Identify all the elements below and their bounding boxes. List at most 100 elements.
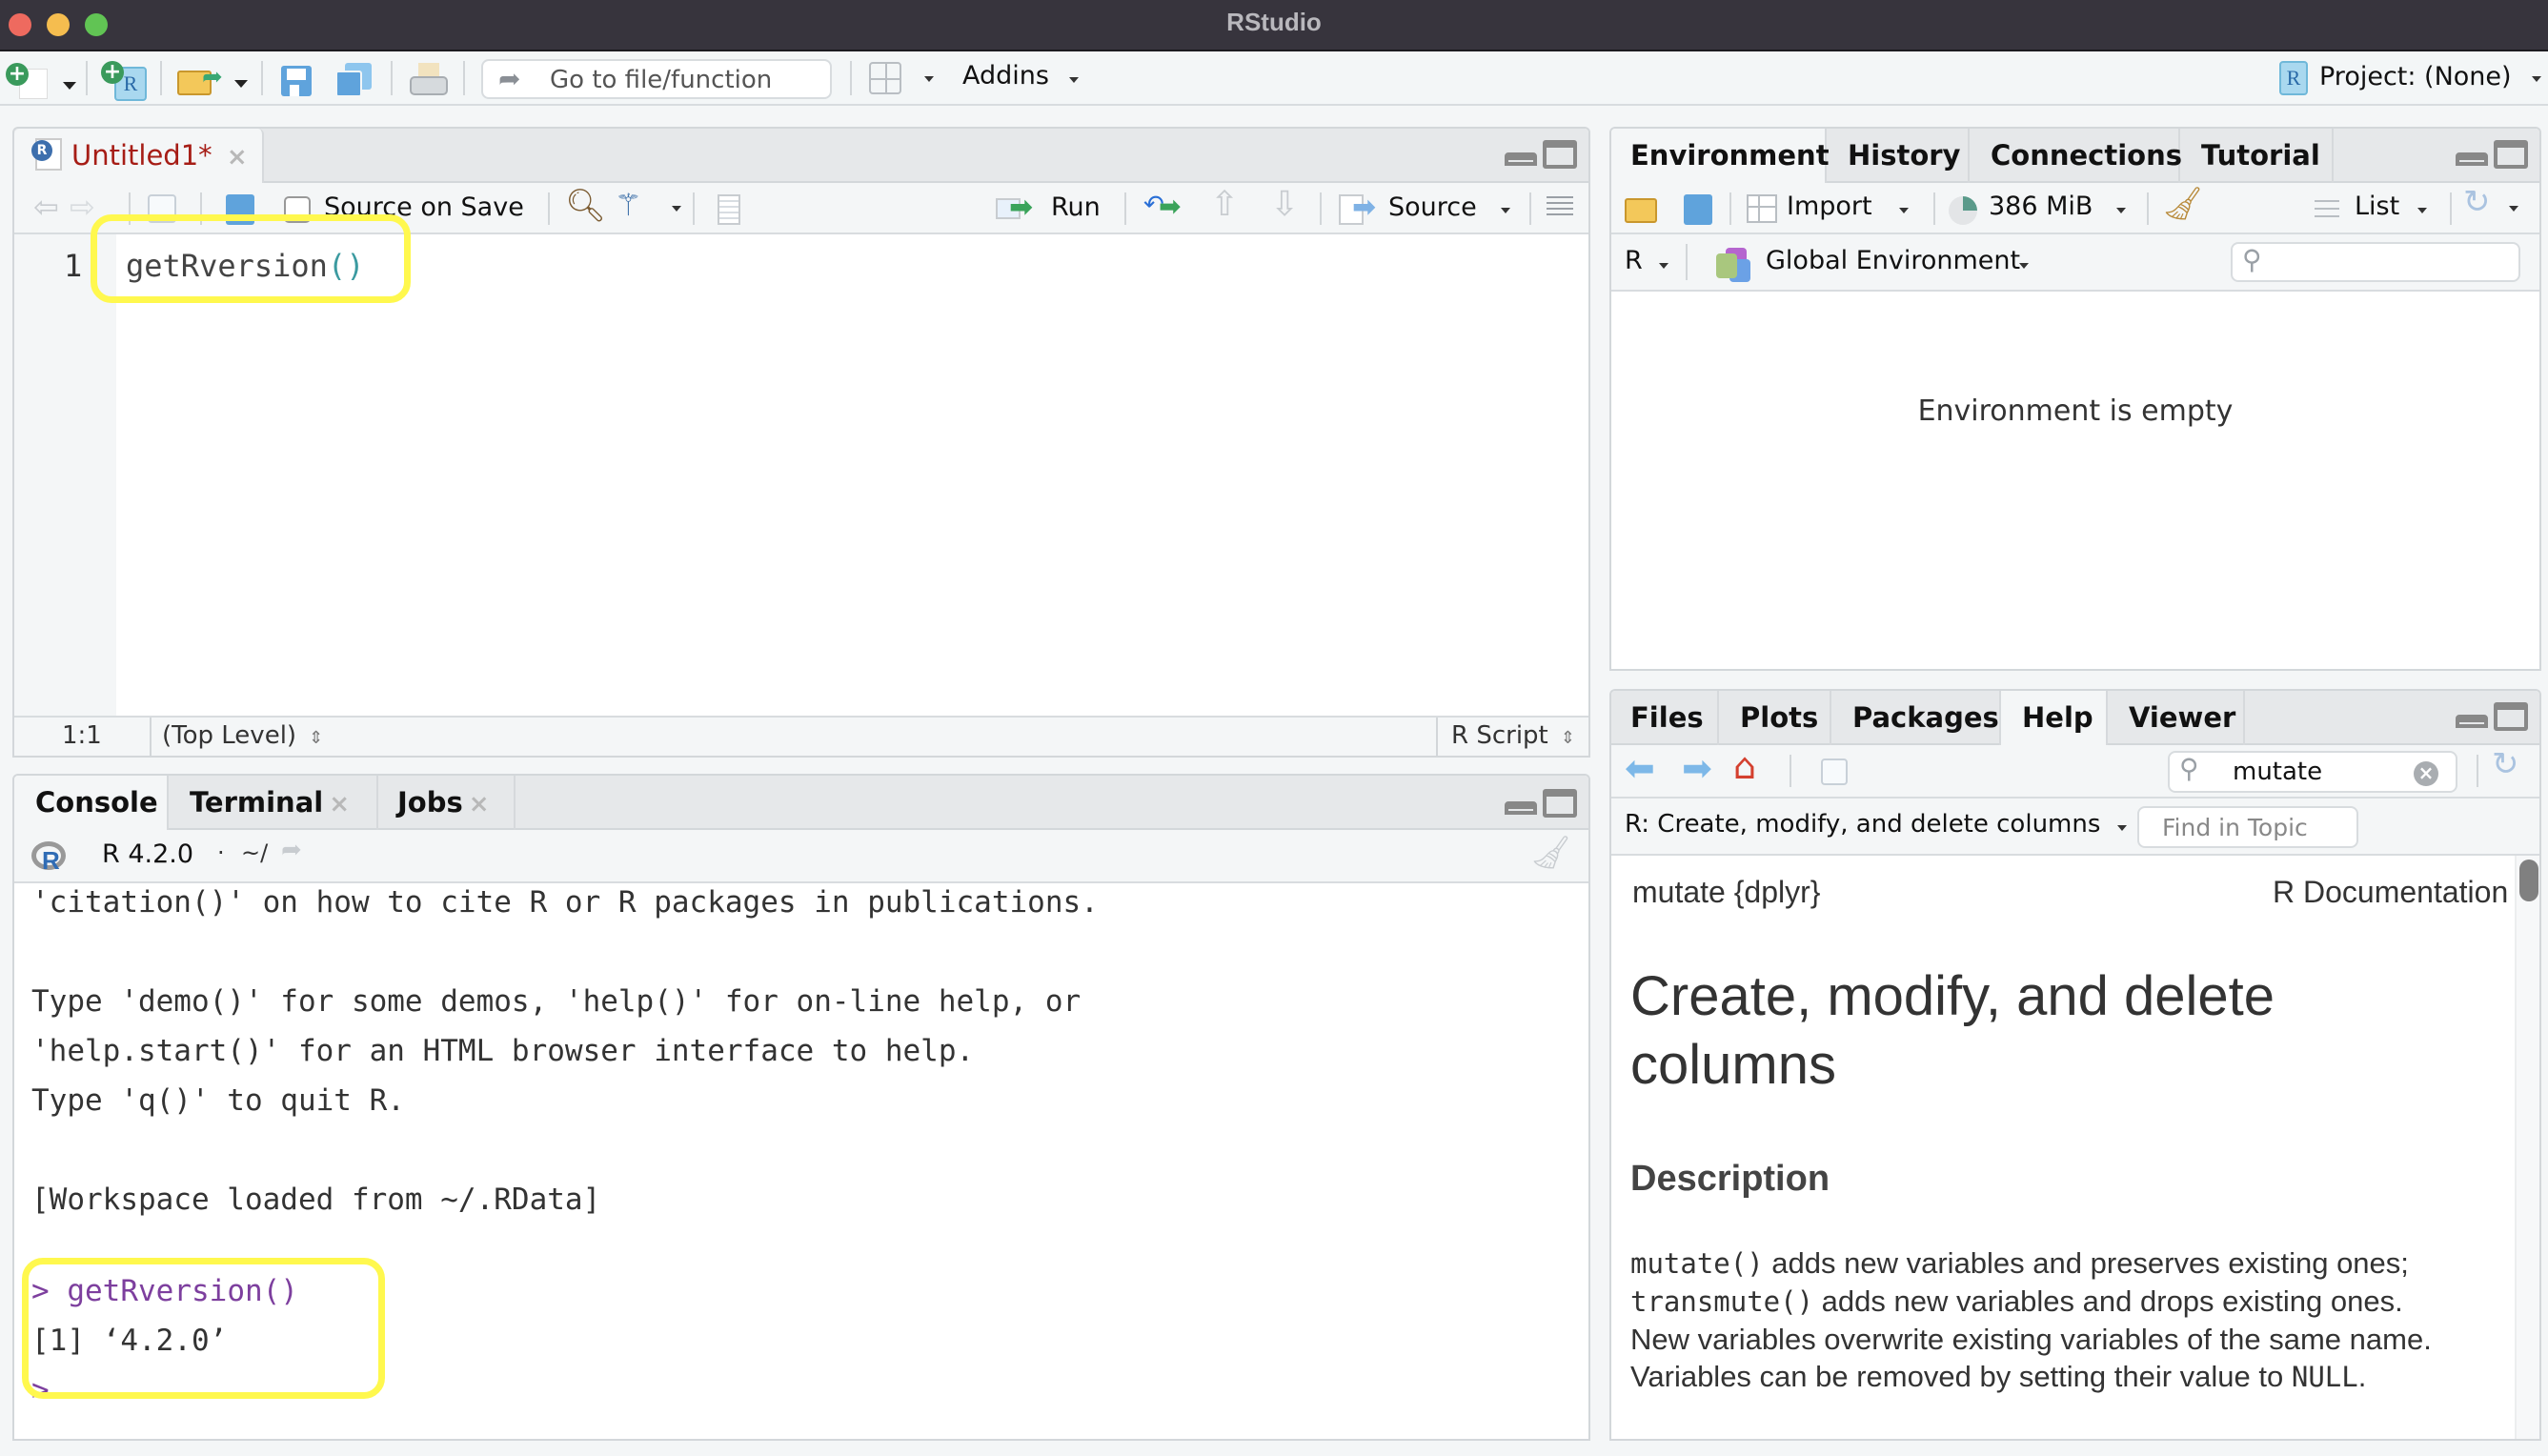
toolbar-divider	[1320, 192, 1322, 225]
open-file-button[interactable]: ➦	[177, 63, 253, 97]
toolbar-divider	[2477, 755, 2478, 787]
console-input-prompt[interactable]: >	[31, 1373, 50, 1407]
environment-search-input[interactable]: ⚲	[2231, 242, 2520, 282]
rerun-button[interactable]: ↶ ➡	[1143, 191, 1191, 229]
go-to-file-input[interactable]: ➦ Go to file/function	[481, 59, 832, 99]
show-in-window-icon[interactable]	[148, 194, 176, 223]
tab-untitled1[interactable]: R Untitled1* ×	[14, 129, 264, 185]
print-button[interactable]	[410, 63, 448, 97]
save-icon[interactable]	[226, 194, 254, 225]
import-dataset-button[interactable]: Import	[1747, 191, 1916, 229]
status-divider	[150, 718, 152, 756]
environment-empty-message: Environment is empty	[1917, 394, 2234, 428]
tab-history[interactable]: History	[1827, 129, 1970, 183]
editor-tab-label: Untitled1*	[71, 139, 212, 172]
source-button[interactable]: ➡ Source	[1339, 191, 1520, 229]
close-tab-icon[interactable]: ×	[469, 790, 490, 819]
go-to-directory-icon[interactable]: ➦	[281, 836, 302, 864]
save-workspace-icon[interactable]	[1684, 194, 1712, 225]
clear-console-broom-icon[interactable]: 🧹︎	[1530, 834, 1571, 872]
search-icon[interactable]: 🔍︎	[565, 187, 606, 225]
tab-packages[interactable]: Packages	[1831, 691, 2001, 745]
run-button[interactable]: ➡ Run	[996, 191, 1110, 229]
back-arrow-icon[interactable]: ⬅	[1625, 747, 1655, 789]
maximize-pane-icon[interactable]	[2494, 702, 2528, 731]
doc-line: mutate() adds new variables and preserve…	[1630, 1244, 2432, 1283]
chevron-down-icon	[924, 76, 934, 82]
addins-menu[interactable]: Addins	[962, 61, 1079, 95]
minimize-pane-icon[interactable]	[1505, 801, 1537, 815]
new-project-button[interactable]: R +	[101, 61, 151, 101]
previous-chunk-icon[interactable]: ⇧	[1210, 185, 1239, 224]
tab-viewer[interactable]: Viewer	[2108, 691, 2245, 745]
save-all-button[interactable]	[335, 63, 374, 97]
source-on-save-checkbox[interactable]	[284, 196, 311, 223]
home-icon[interactable]: ⌂	[1733, 745, 1756, 787]
code-line[interactable]: getRversion()	[126, 248, 364, 284]
minimize-pane-icon[interactable]	[2456, 152, 2488, 166]
toolbar-divider	[160, 61, 162, 95]
help-topic-label: R: Create, modify, and delete columns	[1625, 810, 2101, 839]
toolbar-divider	[129, 192, 131, 225]
next-chunk-icon[interactable]: ⇩	[1270, 185, 1299, 224]
memory-usage-button[interactable]: 386 MiB	[1949, 191, 2139, 229]
maximize-pane-icon[interactable]	[2494, 140, 2528, 169]
show-in-window-icon[interactable]	[1821, 758, 1848, 785]
forward-arrow-icon[interactable]: ➡	[1682, 747, 1712, 789]
tab-tutorial[interactable]: Tutorial	[2180, 129, 2334, 183]
chevron-down-icon[interactable]	[1501, 208, 1510, 213]
doc-title: Create, modify, and delete columns	[1630, 965, 2275, 1096]
find-in-topic-placeholder: Find in Topic	[2162, 814, 2308, 841]
tab-help[interactable]: Help	[2001, 691, 2108, 747]
tab-terminal[interactable]: Terminal ×	[169, 776, 378, 830]
doc-package-label: mutate {dplyr}	[1632, 875, 1821, 909]
close-tab-icon[interactable]: ×	[227, 143, 248, 172]
console-output[interactable]: 'citation()' on how to cite R or R packa…	[14, 883, 1588, 1439]
chevron-down-icon[interactable]	[672, 206, 681, 212]
tab-label: Plots	[1740, 701, 1819, 734]
tab-jobs[interactable]: Jobs ×	[378, 776, 516, 830]
scope-selector[interactable]: (Top Level) ⇕	[162, 721, 323, 750]
load-workspace-icon[interactable]	[1625, 198, 1657, 223]
close-tab-icon[interactable]: ×	[329, 790, 350, 819]
forward-arrow-icon[interactable]: ⇨	[70, 189, 95, 225]
view-mode-menu[interactable]: List	[2315, 191, 2438, 229]
clear-search-icon[interactable]: ×	[2414, 761, 2438, 786]
run-label: Run	[1051, 192, 1101, 222]
help-topic-selector[interactable]: R: Create, modify, and delete columns	[1625, 810, 2127, 839]
environment-scope-selector[interactable]: Global Environment	[1716, 242, 2040, 284]
pane-layout-button[interactable]	[869, 62, 936, 96]
file-type-selector[interactable]: R Script ⇕	[1451, 721, 1575, 750]
outline-icon[interactable]	[1547, 196, 1573, 219]
help-search-input[interactable]: ⚲ mutate ×	[2168, 751, 2457, 793]
back-arrow-icon[interactable]: ⇦	[33, 189, 59, 225]
tab-files[interactable]: Files	[1611, 691, 1719, 745]
minimize-pane-icon[interactable]	[2456, 715, 2488, 728]
toolbar-divider	[261, 61, 263, 95]
new-file-button[interactable]: +	[6, 63, 76, 99]
save-button[interactable]	[281, 66, 312, 96]
project-menu[interactable]: R Project: (None)	[2279, 59, 2546, 97]
r-version-label: R 4.2.0	[102, 839, 194, 869]
tab-console[interactable]: Console	[14, 776, 169, 832]
tab-connections[interactable]: Connections	[1970, 129, 2182, 183]
language-selector[interactable]: R	[1625, 246, 1682, 280]
minimize-pane-icon[interactable]	[1505, 152, 1537, 166]
tab-environment[interactable]: Environment	[1611, 129, 1830, 185]
scrollbar-track[interactable]	[2515, 856, 2539, 1439]
scrollbar-thumb[interactable]	[2519, 859, 2538, 901]
refresh-icon[interactable]: ↻	[2492, 745, 2519, 783]
chevron-down-icon[interactable]	[2509, 206, 2518, 212]
tab-plots[interactable]: Plots	[1719, 691, 1831, 745]
table-icon	[1747, 194, 1777, 223]
code-editor[interactable]: 1 getRversion()	[14, 234, 1588, 716]
find-in-topic-input[interactable]: Find in Topic	[2137, 806, 2358, 848]
maximize-pane-icon[interactable]	[1543, 140, 1577, 169]
refresh-icon[interactable]: ↻	[2463, 183, 2491, 221]
maximize-pane-icon[interactable]	[1543, 789, 1577, 818]
working-directory[interactable]: ~/	[241, 839, 268, 866]
document-outline-icon[interactable]	[718, 194, 740, 225]
magic-wand-icon[interactable]: ⚚	[615, 187, 642, 223]
clear-workspace-broom-icon[interactable]: 🧹︎	[2162, 185, 2203, 223]
